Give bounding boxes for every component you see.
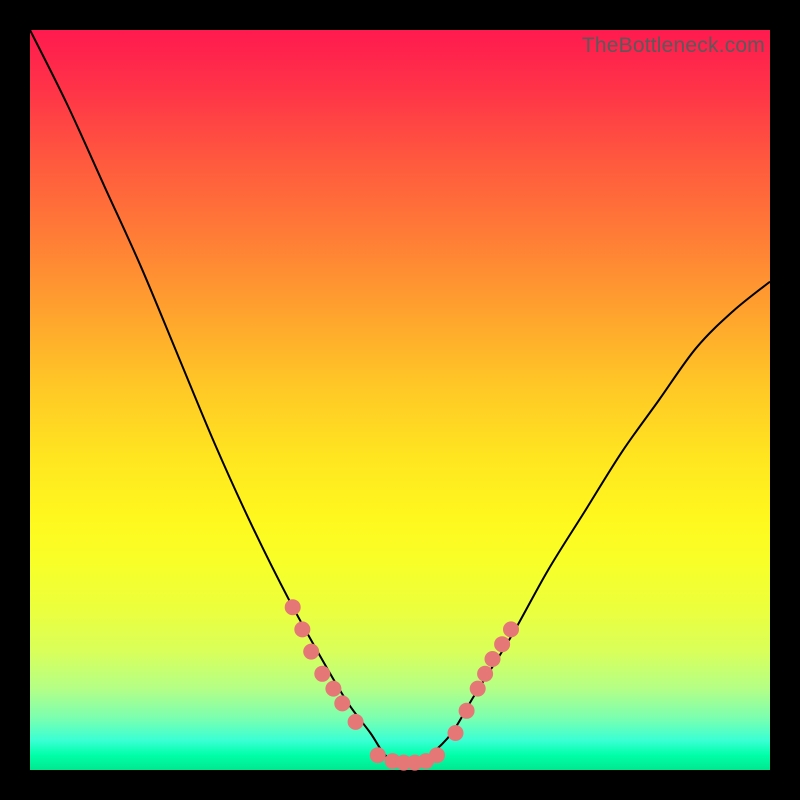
data-point	[303, 644, 319, 660]
data-point	[370, 747, 386, 763]
data-point	[470, 681, 486, 697]
data-point	[448, 725, 464, 741]
data-point	[477, 666, 493, 682]
data-point	[314, 666, 330, 682]
data-points-group	[285, 599, 519, 770]
bottleneck-curve	[30, 30, 770, 764]
data-point	[485, 651, 501, 667]
data-point	[334, 695, 350, 711]
data-point	[348, 714, 364, 730]
chart-svg	[30, 30, 770, 770]
data-point	[503, 621, 519, 637]
data-point	[459, 703, 475, 719]
plot-area: TheBottleneck.com	[30, 30, 770, 770]
data-point	[294, 621, 310, 637]
chart-container: TheBottleneck.com	[0, 0, 800, 800]
data-point	[494, 636, 510, 652]
data-point	[285, 599, 301, 615]
data-point	[325, 681, 341, 697]
data-point	[429, 747, 445, 763]
